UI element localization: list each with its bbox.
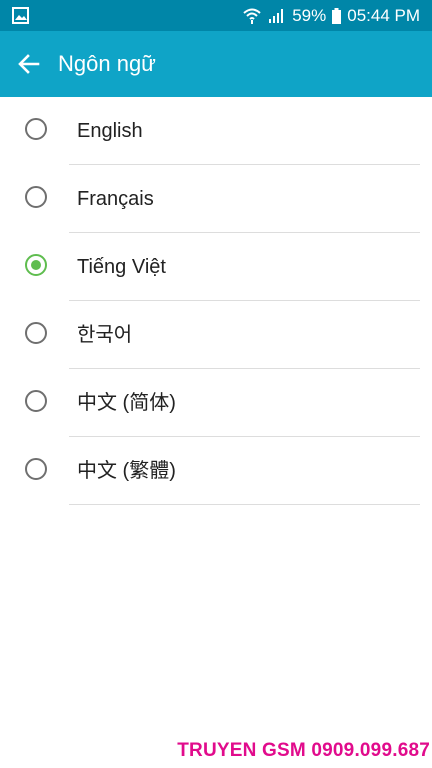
radio-button[interactable] [25, 390, 47, 412]
radio-button[interactable] [25, 118, 47, 140]
language-label: 中文 (简体) [77, 392, 176, 414]
language-option-tieng-viet[interactable]: Tiếng Việt [0, 233, 432, 301]
radio-button[interactable] [25, 458, 47, 480]
battery-icon [332, 8, 342, 24]
language-label: 한국어 [77, 324, 133, 346]
language-option-korean[interactable]: 한국어 [0, 301, 432, 369]
language-option-english[interactable]: English [0, 97, 432, 165]
radio-button[interactable] [25, 322, 47, 344]
back-arrow-icon[interactable] [16, 51, 42, 77]
status-bar: 59% 05:44 PM [0, 0, 432, 31]
language-option-francais[interactable]: Français [0, 165, 432, 233]
image-icon [12, 7, 29, 24]
language-list: English Français Tiếng Việt 한국어 中文 (简体) … [0, 97, 432, 505]
wifi-icon [243, 8, 261, 24]
language-label: English [77, 120, 143, 142]
radio-button[interactable] [25, 186, 47, 208]
language-label: Français [77, 188, 154, 210]
signal-icon [269, 9, 284, 23]
status-right: 59% 05:44 PM [242, 4, 420, 28]
language-label: Tiếng Việt [77, 256, 166, 278]
page-title: Ngôn ngữ [58, 51, 156, 76]
language-label: 中文 (繁體) [77, 460, 176, 482]
divider [69, 504, 420, 505]
radio-button-selected[interactable] [25, 254, 47, 276]
battery-percent: 59% [292, 6, 327, 25]
language-option-chinese-traditional[interactable]: 中文 (繁體) [0, 437, 432, 505]
app-bar: Ngôn ngữ [0, 31, 432, 97]
watermark: TRUYEN GSM 0909.099.687 [177, 740, 430, 761]
language-option-chinese-simplified[interactable]: 中文 (简体) [0, 369, 432, 437]
status-time: 05:44 PM [347, 6, 420, 25]
